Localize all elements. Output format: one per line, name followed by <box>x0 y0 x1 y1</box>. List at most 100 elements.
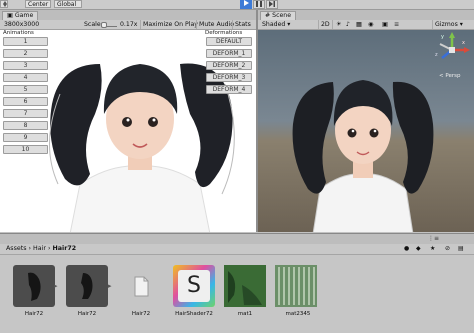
tab-scene[interactable]: # Scene <box>260 11 297 20</box>
play-button[interactable] <box>240 0 252 9</box>
animation-button-label: 3 <box>23 62 28 69</box>
asset-tile-file[interactable] <box>120 265 162 307</box>
deform-button-label: DEFORM_1 <box>212 50 246 57</box>
pause-button[interactable] <box>253 0 265 9</box>
lightbulb-icon: ☀ <box>336 21 342 28</box>
mute-audio-button[interactable]: Mute Audio <box>196 20 236 29</box>
scale-label: Scale <box>84 21 101 28</box>
gizmos-dropdown[interactable]: Gizmos ▾ <box>432 20 465 29</box>
animation-button-label: 5 <box>23 86 28 93</box>
deform-button-4[interactable]: DEFORM_4 <box>206 85 252 94</box>
deform-button-default[interactable]: DEFAULT <box>206 37 252 46</box>
effects-toggle[interactable]: ▦ <box>354 20 364 29</box>
asset-tile-material[interactable] <box>224 265 266 307</box>
gizmos-label: Gizmos <box>435 21 458 28</box>
space-toggle[interactable]: Global <box>54 0 82 8</box>
expand-arrow-icon[interactable]: ▸ <box>54 282 58 290</box>
deform-button-label: DEFAULT <box>216 38 242 45</box>
breadcrumb: Assets › Hair › Hair72 <box>6 245 76 252</box>
animations-label: Animations <box>3 30 34 36</box>
file-icon <box>134 276 149 297</box>
scene-orientation-gizmo[interactable] <box>434 32 470 68</box>
expand-arrow-icon[interactable]: ▸ <box>108 282 112 290</box>
deform-button-label: DEFORM_2 <box>212 62 246 69</box>
tab-game[interactable]: ▣ Game <box>2 11 39 20</box>
lighting-toggle[interactable]: ☀ <box>334 20 344 29</box>
animation-button-7[interactable]: 7 <box>3 109 48 118</box>
animation-button-9[interactable]: 9 <box>3 133 48 142</box>
animation-button-1[interactable]: 1 <box>3 37 48 46</box>
asset-tile-shader[interactable]: S <box>173 265 215 307</box>
asset-count-icon: ▤ <box>458 245 464 252</box>
step-icon <box>269 1 275 7</box>
space-label: Global <box>57 1 77 8</box>
animation-button-10[interactable]: 10 <box>3 145 48 154</box>
step-button[interactable] <box>266 0 278 9</box>
mute-label: Mute Audio <box>199 21 235 28</box>
eye-icon: ◉ <box>368 21 374 28</box>
breadcrumb-item[interactable]: Assets <box>6 245 27 252</box>
hair-model-icon <box>81 273 93 299</box>
animation-button-2[interactable]: 2 <box>3 49 48 58</box>
animation-button-8[interactable]: 8 <box>3 121 48 130</box>
deformations-label: Deformations <box>205 30 243 36</box>
layers-icon: ≡ <box>394 21 400 28</box>
maximize-label: Maximize On Play <box>143 21 198 28</box>
scale-slider-handle[interactable] <box>101 22 107 28</box>
stats-button[interactable]: Stats <box>232 20 253 29</box>
asset-tile-material[interactable] <box>275 265 317 307</box>
resolution-value: 3800x3000 <box>4 21 40 28</box>
scene-icon: # <box>265 12 271 19</box>
material-preview-icon <box>224 265 266 307</box>
deform-button-3[interactable]: DEFORM_3 <box>206 73 252 82</box>
breadcrumb-item-current[interactable]: Hair72 <box>53 245 77 252</box>
shading-mode-dropdown[interactable]: Shaded ▾ <box>260 20 310 29</box>
animation-button-5[interactable]: 5 <box>3 85 48 94</box>
play-icon <box>244 0 249 6</box>
filter-by-type-icon[interactable]: ● <box>404 245 409 252</box>
axis-z-label: z <box>435 52 438 58</box>
main-toolbar: Center Global <box>0 0 474 10</box>
scene-viewport[interactable]: y x z < Persp <box>258 30 474 232</box>
animation-button-4[interactable]: 4 <box>3 73 48 82</box>
favorite-icon[interactable]: ★ <box>430 245 435 252</box>
deform-button-1[interactable]: DEFORM_1 <box>206 49 252 58</box>
layers-toggle[interactable]: ≡ <box>392 20 401 29</box>
resolution-dropdown[interactable]: 3800x3000 ▾ <box>2 20 40 37</box>
camera-icon: ▣ <box>382 21 388 28</box>
asset-name: Hair72 <box>77 311 97 317</box>
animation-button-3[interactable]: 3 <box>3 61 48 70</box>
asset-tile-model[interactable] <box>13 265 55 307</box>
asset-name: Hair72 <box>24 311 44 317</box>
scale-slider[interactable] <box>101 22 117 28</box>
2d-label: 2D <box>321 21 330 28</box>
2d-toggle[interactable]: 2D <box>318 20 333 29</box>
animation-button-label: 6 <box>23 98 28 105</box>
breadcrumb-item[interactable]: Hair <box>33 245 46 252</box>
unity-menu-icon[interactable] <box>0 0 8 8</box>
hidden-objects-toggle[interactable]: ◉ <box>366 20 375 29</box>
deform-button-2[interactable]: DEFORM_2 <box>206 61 252 70</box>
pivot-toggle[interactable]: Center <box>25 0 51 8</box>
scene-camera-toggle[interactable]: ▣ <box>380 20 390 29</box>
shading-mode-value: Shaded <box>262 21 286 28</box>
animation-button-label: 1 <box>23 38 28 45</box>
asset-tile-model[interactable] <box>66 265 108 307</box>
game-viewport[interactable]: Animations 1 2 3 4 5 6 7 8 9 10 Deformat… <box>0 30 256 232</box>
stats-label: Stats <box>235 21 251 28</box>
filter-by-label-icon[interactable]: ◆ <box>416 245 421 252</box>
hidden-packages-icon[interactable]: ⊘ <box>445 245 450 252</box>
animation-button-6[interactable]: 6 <box>3 97 48 106</box>
shader-icon: S <box>178 270 210 302</box>
speaker-icon: ♪ <box>346 21 350 28</box>
persp-label[interactable]: < Persp <box>439 73 460 79</box>
scene-toolbar: Shaded ▾ 2D ☀ ♪ ▦ ◉ ▣ ≡ Gizmos ▾ <box>258 20 474 30</box>
axis-x-label: x <box>462 40 465 46</box>
maximize-on-play-button[interactable]: Maximize On Play <box>140 20 200 29</box>
animation-button-label: 10 <box>21 146 30 153</box>
audio-toggle[interactable]: ♪ <box>344 20 352 29</box>
game-tab-label: Game <box>14 12 34 19</box>
animation-button-label: 4 <box>23 74 28 81</box>
scene-tab-label: Scene <box>272 12 292 19</box>
more-options-icon[interactable]: ⋮≡ <box>428 235 439 242</box>
